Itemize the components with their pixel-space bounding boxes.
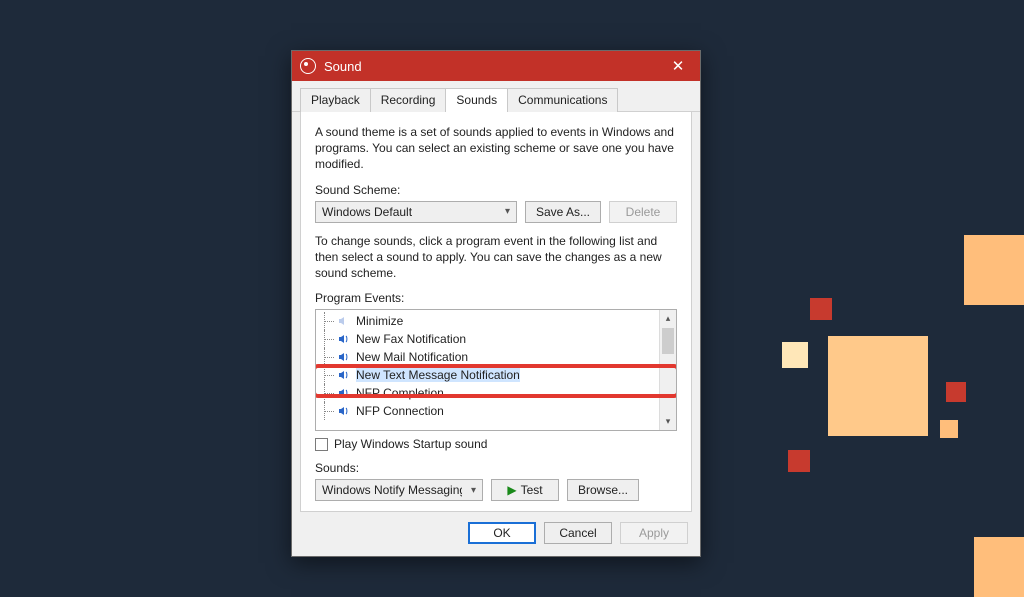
decorative-square	[810, 298, 832, 320]
button-label: Save As...	[536, 205, 590, 219]
checkbox-box-icon	[315, 438, 328, 451]
browse-button[interactable]: Browse...	[567, 479, 639, 501]
event-label: New Fax Notification	[356, 332, 466, 346]
checkbox-label: Play Windows Startup sound	[334, 437, 487, 451]
sounds-label: Sounds:	[315, 461, 677, 475]
tab-sounds[interactable]: Sounds	[445, 88, 508, 112]
tab-label: Recording	[381, 93, 436, 107]
event-label: Minimize	[356, 314, 403, 328]
tab-label: Playback	[311, 93, 360, 107]
scroll-up-button[interactable]: ▴	[660, 310, 676, 327]
close-button[interactable]: ✕	[656, 51, 700, 81]
tab-label: Sounds	[456, 93, 497, 107]
decorative-square	[964, 235, 1024, 305]
scroll-thumb[interactable]	[662, 328, 674, 354]
scrollbar[interactable]: ▴ ▾	[659, 310, 676, 430]
scroll-down-button[interactable]: ▾	[660, 413, 676, 430]
tab-body-sounds: A sound theme is a set of sounds applied…	[300, 112, 692, 512]
list-item[interactable]: Minimize	[316, 312, 659, 330]
decorative-square	[788, 450, 810, 472]
scheme-label: Sound Scheme:	[315, 183, 677, 197]
list-content: Minimize New Fax Notification New Mail N…	[316, 312, 659, 420]
speaker-icon	[338, 369, 350, 381]
events-description: To change sounds, click a program event …	[315, 233, 677, 282]
decorative-square	[782, 342, 808, 368]
save-as-button[interactable]: Save As...	[525, 201, 601, 223]
list-item[interactable]: NFP Completion	[316, 384, 659, 402]
list-item[interactable]: New Fax Notification	[316, 330, 659, 348]
tab-playback[interactable]: Playback	[300, 88, 371, 112]
speaker-muted-icon	[338, 315, 350, 327]
chevron-down-icon: ▾	[471, 485, 476, 496]
decorative-square	[946, 382, 966, 402]
program-events-listbox[interactable]: Minimize New Fax Notification New Mail N…	[315, 309, 677, 431]
decorative-square	[974, 537, 1024, 597]
event-label: New Mail Notification	[356, 350, 468, 364]
ok-button[interactable]: OK	[468, 522, 536, 544]
list-item[interactable]: New Mail Notification	[316, 348, 659, 366]
button-label: Delete	[626, 205, 661, 219]
events-label: Program Events:	[315, 291, 677, 305]
speaker-icon	[338, 351, 350, 363]
speaker-icon	[338, 387, 350, 399]
window-title: Sound	[324, 59, 656, 74]
cancel-button[interactable]: Cancel	[544, 522, 612, 544]
chevron-down-icon: ▾	[505, 206, 510, 217]
button-label: Browse...	[578, 483, 628, 497]
sound-file-combo[interactable]: Windows Notify Messaging.wav ▾	[315, 479, 483, 501]
play-icon: ▶	[507, 483, 516, 497]
delete-button: Delete	[609, 201, 677, 223]
list-item[interactable]: NFP Connection	[316, 402, 659, 420]
tab-recording[interactable]: Recording	[370, 88, 447, 112]
button-label: OK	[493, 526, 510, 540]
app-icon	[300, 58, 316, 74]
button-label: Cancel	[559, 526, 596, 540]
close-icon: ✕	[672, 57, 685, 75]
theme-description: A sound theme is a set of sounds applied…	[315, 124, 677, 173]
scheme-value: Windows Default	[322, 205, 412, 219]
dialog-footer: OK Cancel Apply	[292, 512, 700, 556]
tab-label: Communications	[518, 93, 607, 107]
event-label: NFP Completion	[356, 386, 444, 400]
apply-button: Apply	[620, 522, 688, 544]
speaker-icon	[338, 333, 350, 345]
test-button[interactable]: ▶ Test	[491, 479, 559, 501]
startup-sound-checkbox[interactable]: Play Windows Startup sound	[315, 437, 677, 451]
decorative-square	[940, 420, 958, 438]
sound-file-value: Windows Notify Messaging.wav	[322, 483, 462, 497]
event-label: New Text Message Notification	[356, 368, 520, 382]
list-item[interactable]: New Text Message Notification	[316, 366, 659, 384]
button-label: Apply	[639, 526, 669, 540]
titlebar[interactable]: Sound ✕	[292, 51, 700, 81]
sound-dialog: Sound ✕ Playback Recording Sounds Commun…	[291, 50, 701, 557]
speaker-icon	[338, 405, 350, 417]
tab-communications[interactable]: Communications	[507, 88, 618, 112]
button-label: Test	[521, 483, 543, 497]
tabstrip: Playback Recording Sounds Communications	[292, 81, 700, 112]
scheme-combo[interactable]: Windows Default ▾	[315, 201, 517, 223]
decorative-square	[828, 336, 928, 436]
event-label: NFP Connection	[356, 404, 444, 418]
